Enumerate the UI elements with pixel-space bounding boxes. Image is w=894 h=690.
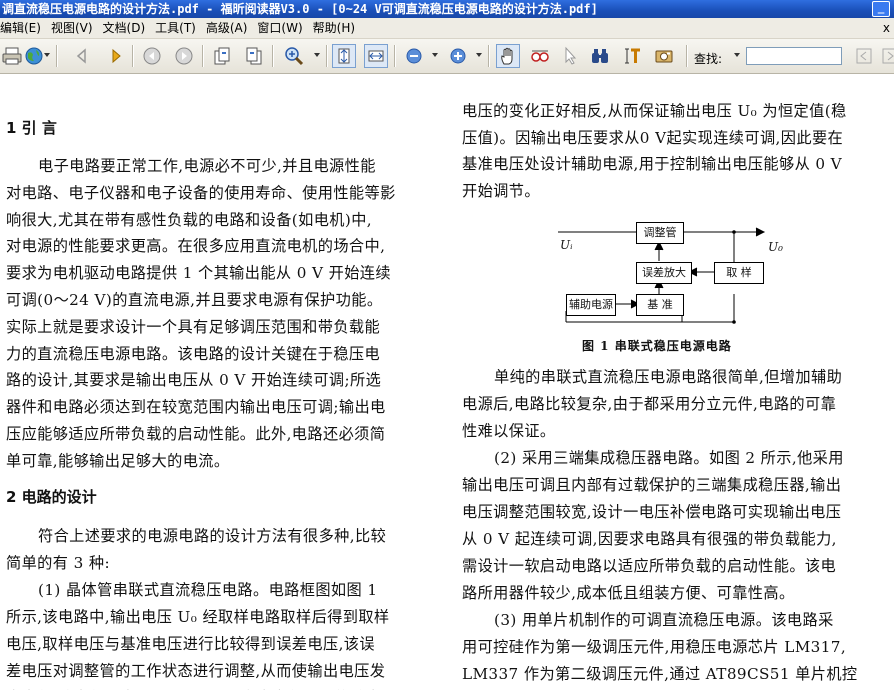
text-line: 生变化,该变化与由于供电电压 Uᵢ 发生变化引起的输出 [6, 686, 381, 690]
menu-tools[interactable]: 工具(T) [150, 18, 201, 38]
text-line: 力的直流稳压电源电路。该电路的设计关键在于稳压电 [6, 344, 381, 363]
image-select-icon[interactable] [652, 44, 676, 68]
menu-window[interactable]: 窗口(W) [252, 18, 307, 38]
text-line: 基准电压处设计辅助电源,用于控制输出电压能够从 0 V [462, 155, 843, 173]
menu-document[interactable]: 文档(D) [98, 18, 151, 38]
zoom-dropdown-icon[interactable] [314, 53, 320, 57]
text-line: 单可靠,能够输出足够大的电流。 [6, 451, 230, 470]
rotate-page-icon[interactable] [210, 44, 234, 68]
text-line: 单纯的串联式直流稳压电源电路很简单,但增加辅助 [494, 368, 843, 386]
rotate-page-back-icon[interactable] [242, 44, 266, 68]
zoom-in-dropdown-icon[interactable] [476, 53, 482, 57]
hand-tool-icon[interactable] [496, 44, 520, 68]
text-line: 要求为电机驱动电路提供 1 个其输出能从 0 V 开始连续 [6, 264, 391, 283]
minimize-button[interactable]: _ [872, 1, 890, 17]
text-line: 对电路、电子仪器和电子设备的使用寿命、使用性能等影 [6, 183, 396, 202]
text-line: 响很大,尤其在带有感性负载的电路和设备(如电机)中, [6, 210, 373, 229]
text-line: 电压的变化正好相反,从而保证输出电压 U₀ 为恒定值(稳 [462, 102, 847, 120]
diagram-adjust-tube-box: 调整管 [636, 222, 684, 244]
text-line: 简单的有 3 种: [6, 554, 110, 572]
text-line: 对电源的性能要求更高。在很多应用直流电机的场合中, [6, 237, 386, 256]
figure-caption: 图 1 串联式稳压电源电路 [582, 339, 732, 353]
text-line: 电压,取样电压与基准电压进行比较得到误差电压,该误 [6, 635, 375, 653]
text-line: LM337 作为第二级调压元件,通过 AT89CS51 单片机控 [462, 665, 858, 683]
text-line: 电子电路要正常工作,电源必不可少,并且电源性能 [38, 157, 376, 175]
next-page-icon[interactable] [104, 44, 128, 68]
text-line: 压应能够适应所带负载的启动性能。此外,电路还必须简 [6, 425, 386, 443]
zoom-out-icon[interactable] [402, 44, 426, 68]
diagram-sampling-box: 取 样 [714, 262, 764, 284]
window-title-bar: 调直流稳压电源电路的设计方法.pdf - 福昕阅读器V3.0 - [0~24 V… [0, 0, 894, 18]
text-line: (3) 用单片机制作的可调直流稳压电源。该电路采 [494, 611, 834, 629]
first-page-icon[interactable] [70, 44, 94, 68]
back-icon[interactable] [140, 44, 164, 68]
search-label: 查找: [694, 52, 723, 66]
window-title: 调直流稳压电源电路的设计方法.pdf - 福昕阅读器V3.0 - [0~24 V… [2, 2, 598, 16]
zoom-in-icon[interactable] [446, 44, 470, 68]
diagram-reference-box: 基 准 [636, 294, 684, 316]
diagram-error-amp-box: 误差放大 [636, 262, 692, 284]
text-line: 压值)。因输出电压要求从0 V起实现连续可调,因此要在 [462, 128, 844, 147]
toolbar: 查找: [0, 39, 894, 74]
select-arrow-icon[interactable] [558, 44, 582, 68]
text-line: 实际上就是要求设计一个具有足够调压范围和带负载能 [6, 317, 381, 336]
snapshot-glasses-icon[interactable] [528, 44, 552, 68]
text-line: 用可控硅作为第一级调压元件,用稳压电源芯片 LM317, [462, 638, 847, 656]
text-line: 需设计一软启动电路以适应所带负载的启动性能。该电 [462, 557, 837, 575]
globe-dropdown-icon[interactable] [44, 53, 50, 57]
text-line: 路所用器件较少,成本低且组装方便、可靠性高。 [462, 584, 795, 602]
text-line: 差电压对调整管的工作状态进行调整,从而使输出电压发 [6, 662, 386, 680]
section2-heading: 2 电路的设计 [6, 488, 97, 506]
diagram-input-label: Uᵢ [560, 238, 573, 252]
text-line: 路的设计,其要求是输出电压从 0 V 开始连续可调;所选 [6, 371, 382, 390]
zoom-tool-icon[interactable] [282, 44, 306, 68]
text-line: (1) 晶体管串联式直流稳压电路。电路框图如图 1 [38, 581, 378, 599]
forward-icon[interactable] [172, 44, 196, 68]
menu-advanced[interactable]: 高级(A) [201, 18, 253, 38]
document-view[interactable]: 1 引 言 电子电路要正常工作,电源必不可少,并且电源性能对电路、电子仪器和电子… [0, 74, 894, 690]
search-options-dropdown-icon[interactable] [734, 53, 740, 57]
zoom-out-dropdown-icon[interactable] [432, 53, 438, 57]
menu-edit[interactable]: 编辑(E) [0, 18, 46, 38]
search-next-icon[interactable] [878, 44, 894, 68]
text-line: 输出电压可调且内部有过载保护的三端集成稳压器,输出 [462, 476, 842, 494]
text-line: 可调(0～24 V)的直流电源,并且要求电源有保护功能。 [6, 291, 383, 309]
text-line: 从 0 V 起连续可调,因要求电路具有很强的带负载能力, [462, 530, 837, 548]
diagram-output-label: U₀ [768, 240, 783, 254]
print-icon[interactable] [0, 44, 24, 68]
globe-icon[interactable] [22, 44, 46, 68]
series-regulator-diagram: 调整管 误差放大 取 样 辅助电源 基 准 Uᵢ U₀ [556, 216, 866, 336]
menu-help[interactable]: 帮助(H) [308, 18, 360, 38]
menu-view[interactable]: 视图(V) [46, 18, 98, 38]
text-line: 电压调整范围较宽,设计一电压补偿电路可实现输出电压 [462, 503, 842, 521]
text-select-icon[interactable] [620, 44, 644, 68]
text-line: (2) 采用三端集成稳压器电路。如图 2 所示,他采用 [494, 449, 844, 467]
text-line: 符合上述要求的电源电路的设计方法有很多种,比较 [38, 527, 387, 545]
close-document-button[interactable]: x [883, 18, 890, 38]
section1-heading: 1 引 言 [6, 119, 57, 137]
diagram-wires [558, 227, 766, 324]
diagram-aux-power-box: 辅助电源 [566, 294, 616, 316]
text-line: 电源后,电路比较复杂,由于都采用分立元件,电路的可靠 [462, 395, 837, 413]
search-input[interactable] [746, 47, 842, 65]
text-line: 所示,该电路中,输出电压 U₀ 经取样电路取样后得到取样 [6, 608, 390, 626]
menu-bar: 编辑(E) 视图(V) 文档(D) 工具(T) 高级(A) 窗口(W) 帮助(H) x [0, 18, 894, 39]
text-line: 性难以保证。 [462, 422, 556, 440]
fit-page-icon[interactable] [332, 44, 356, 68]
find-binoculars-icon[interactable] [588, 44, 612, 68]
text-line: 器件和电路必须达到在较宽范围内输出电压可调;输出电 [6, 398, 386, 417]
fit-width-icon[interactable] [364, 44, 388, 68]
search-previous-icon[interactable] [852, 44, 876, 68]
text-line: 开始调节。 [462, 181, 540, 200]
